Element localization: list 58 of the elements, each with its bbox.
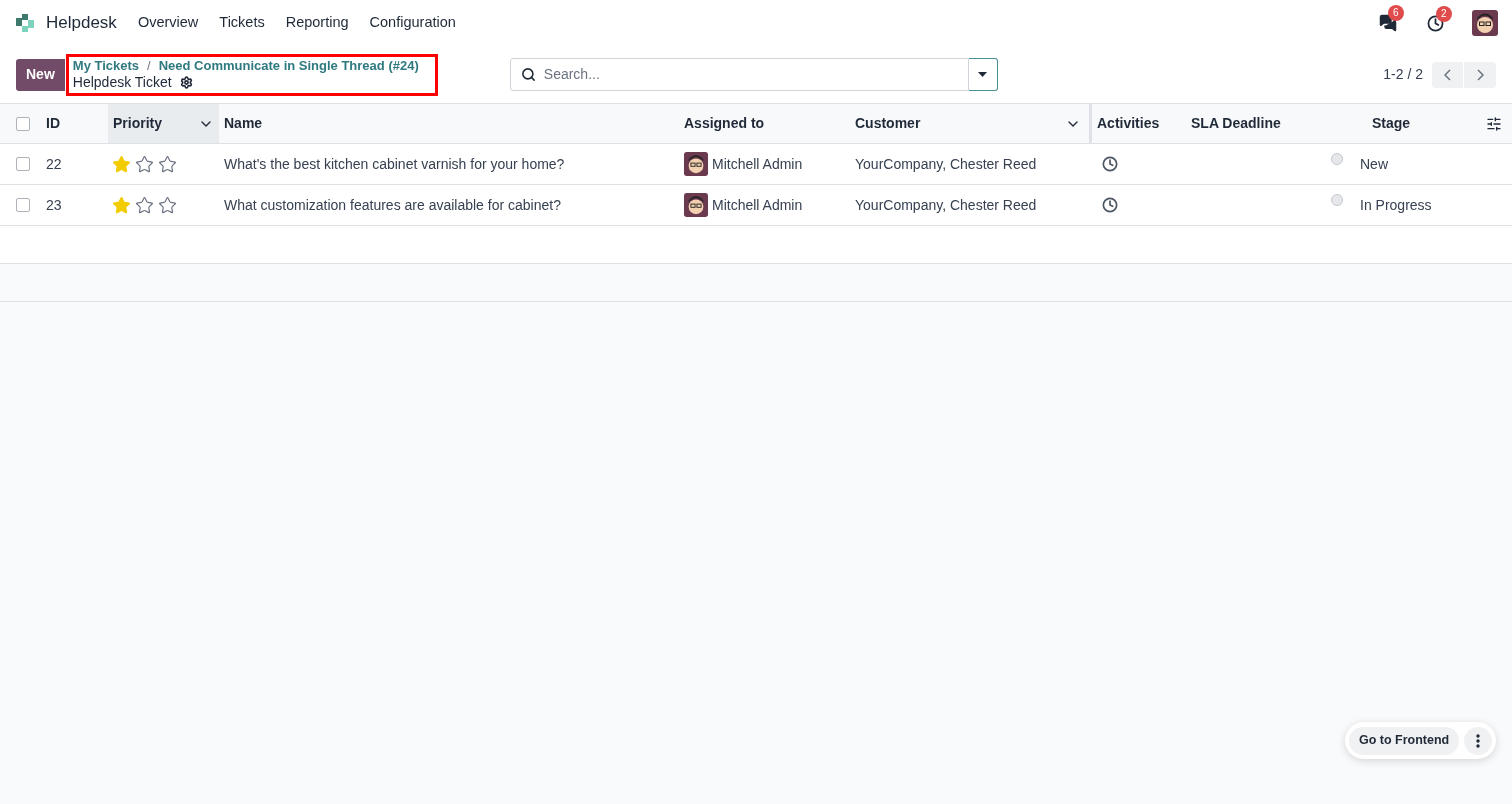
menu-item[interactable]: Configuration: [369, 12, 456, 34]
filled-star-icon[interactable]: [112, 195, 131, 215]
chevron-right-icon: [1476, 68, 1484, 81]
user-avatar: [1472, 10, 1498, 36]
notification-badge: 2: [1436, 5, 1452, 22]
app-name[interactable]: Helpdesk: [46, 10, 117, 36]
ticket-id: 22: [46, 155, 62, 172]
ticket-id: 23: [46, 196, 62, 213]
filled-star-icon[interactable]: [112, 154, 131, 174]
notification-badge: 6: [1388, 5, 1404, 21]
more-options-button[interactable]: [1464, 726, 1493, 755]
page-title: Helpdesk Ticket: [72, 74, 172, 91]
chevron-left-icon: [1444, 68, 1451, 81]
column-header[interactable]: Stage: [1372, 113, 1411, 134]
avatar-icon: [684, 152, 708, 176]
ticket-name: What's the best kitchen cabinet varnish for your home?: [224, 155, 565, 172]
kebab-icon: [1476, 733, 1481, 748]
menu-item[interactable]: Overview: [137, 12, 199, 34]
app-logo-icon[interactable]: [14, 12, 36, 34]
ticket-name: What customization features are available for cabinet?: [224, 196, 561, 213]
activity-clock-icon[interactable]: [1102, 197, 1118, 213]
column-header[interactable]: Name: [224, 115, 263, 131]
stage-label: In Progress: [1360, 196, 1432, 213]
select-all-checkbox[interactable]: [16, 116, 30, 131]
assignee-name: Mitchell Admin: [712, 154, 803, 174]
menu-item[interactable]: Reporting: [285, 12, 349, 34]
activity-clock-icon[interactable]: [1102, 156, 1118, 172]
breadcrumb-link[interactable]: My Tickets: [72, 58, 140, 74]
empty-star-icon[interactable]: [158, 154, 177, 174]
empty-star-icon[interactable]: [158, 195, 177, 215]
breadcrumb-link[interactable]: Need Communicate in Single Thread (#24): [158, 58, 419, 74]
search-options-button[interactable]: [968, 58, 998, 91]
column-header[interactable]: Assigned to: [684, 115, 765, 131]
row-checkbox[interactable]: [16, 157, 30, 171]
search-field[interactable]: Search...: [509, 58, 969, 91]
new-button[interactable]: New: [16, 58, 65, 91]
customer-name: YourCompany, Chester Reed: [855, 155, 1037, 172]
column-header[interactable]: Priority: [108, 104, 219, 143]
column-header[interactable]: SLA Deadline: [1191, 115, 1281, 131]
search-icon: [520, 67, 536, 82]
empty-star-icon[interactable]: [135, 154, 154, 174]
empty-star-icon[interactable]: [135, 195, 154, 215]
settings-icon[interactable]: [179, 76, 193, 89]
assignee-name: Mitchell Admin: [712, 195, 803, 215]
messages-icon[interactable]: [1379, 14, 1397, 32]
breadcrumb-separator: /: [147, 58, 151, 74]
column-header[interactable]: Activities: [1097, 115, 1160, 131]
menu-item[interactable]: Tickets: [219, 12, 265, 34]
stage-label: New: [1360, 155, 1388, 172]
search-input[interactable]: Search...: [543, 64, 958, 85]
customer-name: YourCompany, Chester Reed: [855, 196, 1037, 213]
caret-icon: [978, 72, 988, 77]
avatar-icon: [684, 193, 708, 217]
column-header[interactable]: ID: [46, 115, 60, 131]
row-checkbox[interactable]: [16, 198, 30, 212]
go-to-frontend-button[interactable]: Go to Frontend: [1349, 726, 1460, 755]
column-settings-icon[interactable]: [1486, 115, 1502, 132]
pager-value: 1-2 / 2: [1383, 65, 1423, 84]
